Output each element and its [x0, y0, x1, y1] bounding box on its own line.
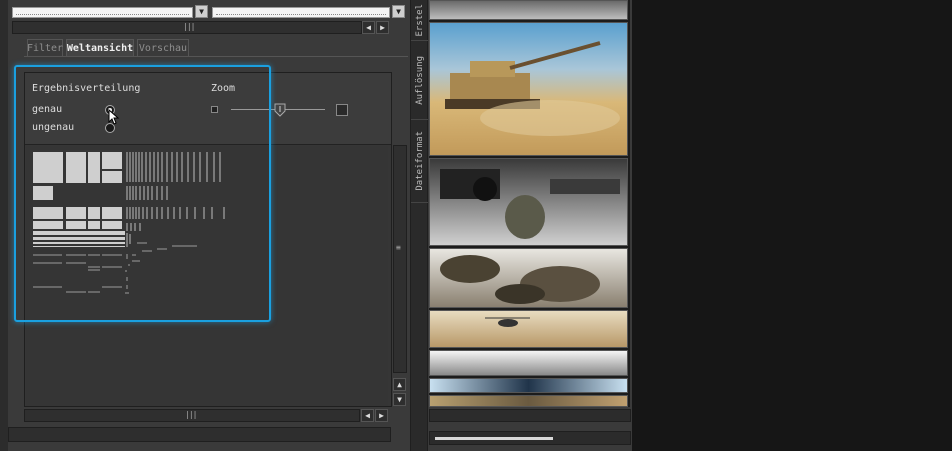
- scroll-left-button[interactable]: ◀: [361, 409, 374, 422]
- side-tab-dateiformat[interactable]: Dateiformat: [411, 120, 428, 203]
- thumb-helicopter-desert[interactable]: [429, 310, 628, 348]
- focus-highlight: [14, 65, 271, 322]
- thumb-snow-terrain[interactable]: [429, 350, 628, 376]
- thumb-soldier-gun[interactable]: [429, 158, 628, 246]
- thumb-top-strip[interactable]: [429, 0, 628, 20]
- chevron-down-icon: ▼: [199, 7, 204, 16]
- side-tab-erstel[interactable]: Erstel: [411, 0, 428, 41]
- side-tab-strip: Erstel Auflösung Dateiformat: [410, 0, 428, 451]
- tab-label: Vorschau: [138, 42, 188, 54]
- scroll-right-button[interactable]: ▶: [376, 21, 389, 34]
- tab-divider: [24, 56, 408, 57]
- arrow-left-icon: ◀: [366, 23, 371, 32]
- tab-weltansicht[interactable]: Weltansicht: [66, 39, 134, 56]
- image-results-scrollbar[interactable]: [429, 409, 631, 422]
- scroll-grip-icon: ≡: [396, 243, 401, 252]
- soldier-icon: [440, 169, 620, 239]
- tab-label: Filter: [26, 42, 64, 54]
- horizontal-scrollbar-bottom[interactable]: |||: [24, 409, 360, 422]
- arrow-down-icon: ▼: [397, 395, 402, 404]
- tab-label: Weltansicht: [66, 42, 134, 54]
- thumb-tank-desert[interactable]: [429, 22, 628, 156]
- status-bar: [8, 427, 391, 442]
- zoom-in-icon[interactable]: [336, 104, 348, 116]
- smoke-icon: [440, 255, 600, 304]
- image-results[interactable]: [429, 0, 630, 407]
- dropdown-button-right[interactable]: ▼: [392, 5, 405, 18]
- arrow-right-icon: ▶: [379, 411, 384, 420]
- thumb-crowd-bottom[interactable]: [429, 395, 628, 407]
- scroll-right-button[interactable]: ▶: [375, 409, 388, 422]
- scroll-grip-icon: |||: [185, 410, 197, 419]
- side-tab-label: Dateiformat: [414, 131, 425, 191]
- left-gutter: [0, 0, 8, 451]
- arrow-right-icon: ▶: [380, 23, 385, 32]
- arrow-up-icon: ▲: [397, 380, 402, 389]
- zoom-slider-handle[interactable]: [274, 103, 286, 117]
- vertical-scrollbar[interactable]: ≡: [393, 145, 407, 373]
- tank-icon: [445, 41, 620, 136]
- top-field-left[interactable]: [12, 7, 193, 18]
- dropdown-button-left[interactable]: ▼: [195, 5, 208, 18]
- chevron-down-icon: ▼: [396, 7, 401, 16]
- horizontal-scrollbar-top[interactable]: |||: [12, 21, 362, 34]
- scroll-grip-icon: |||: [183, 22, 195, 31]
- side-tab-label: Auflösung: [414, 55, 425, 105]
- tab-vorschau[interactable]: Vorschau: [137, 39, 189, 56]
- side-tab-label: Erstel: [414, 3, 425, 37]
- side-tab-aufloesung[interactable]: Auflösung: [411, 41, 428, 120]
- scroll-up-button[interactable]: ▲: [393, 378, 406, 391]
- thumb-flags-crowd[interactable]: [429, 378, 628, 393]
- tab-filter[interactable]: Filter: [27, 39, 63, 56]
- scroll-left-button[interactable]: ◀: [362, 21, 375, 34]
- helicopter-icon: [485, 317, 530, 327]
- arrow-left-icon: ◀: [365, 411, 370, 420]
- top-field-right[interactable]: [212, 7, 390, 18]
- scroll-down-button[interactable]: ▼: [393, 393, 406, 406]
- progress-bar: [435, 437, 553, 440]
- thumb-smoke-explosion[interactable]: [429, 248, 628, 308]
